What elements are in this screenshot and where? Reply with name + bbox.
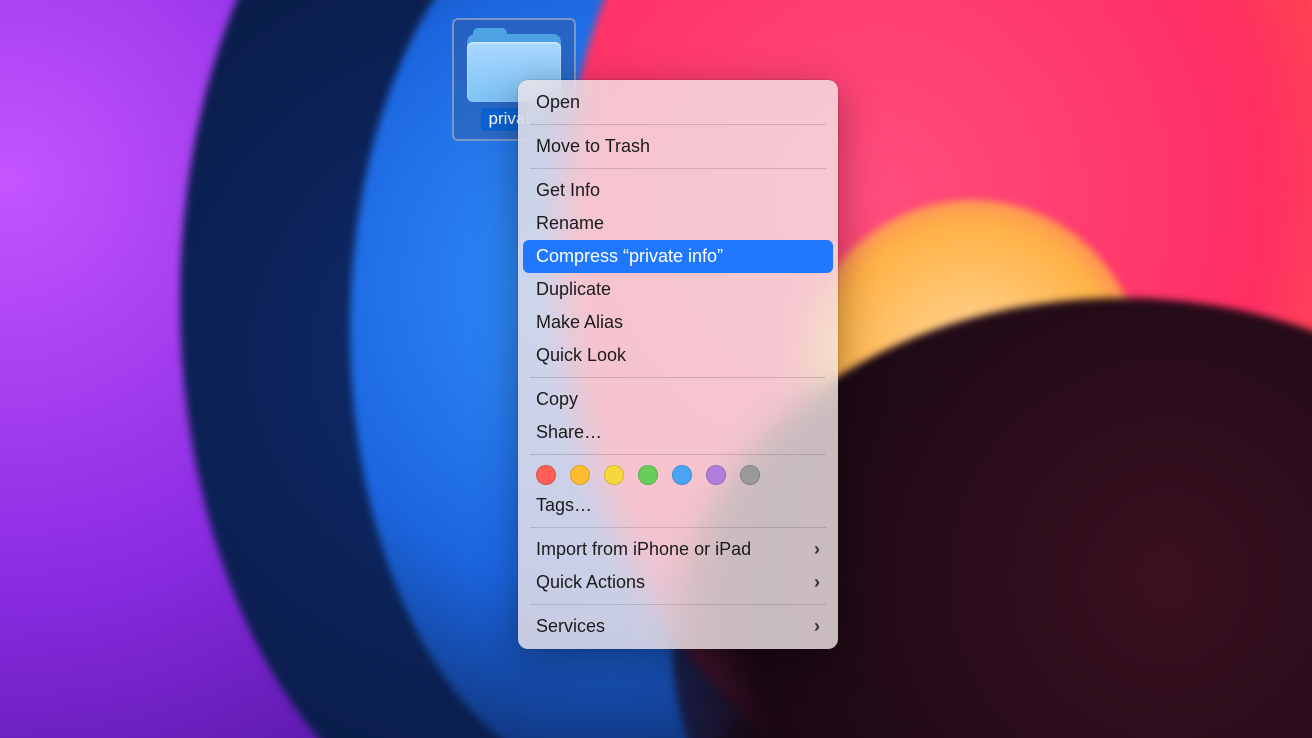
menu-item-rename[interactable]: Rename (518, 207, 838, 240)
desktop[interactable]: private Open Move to Trash Get Info Rena… (0, 0, 1312, 738)
menu-item-copy[interactable]: Copy (518, 383, 838, 416)
menu-item-label: Duplicate (536, 279, 611, 300)
tag-color-blue[interactable] (672, 465, 692, 485)
menu-item-compress[interactable]: Compress “private info” (523, 240, 833, 273)
tag-color-purple[interactable] (706, 465, 726, 485)
context-menu: Open Move to Trash Get Info Rename Compr… (518, 80, 838, 649)
menu-item-label: Copy (536, 389, 578, 410)
menu-item-label: Make Alias (536, 312, 623, 333)
menu-item-quick-actions[interactable]: Quick Actions › (518, 566, 838, 599)
menu-separator (530, 604, 826, 605)
menu-item-tags[interactable]: Tags… (518, 489, 838, 522)
menu-item-import-from-iphone[interactable]: Import from iPhone or iPad › (518, 533, 838, 566)
menu-item-services[interactable]: Services › (518, 610, 838, 643)
menu-item-move-to-trash[interactable]: Move to Trash (518, 130, 838, 163)
menu-item-label: Rename (536, 213, 604, 234)
menu-item-label: Quick Look (536, 345, 626, 366)
menu-item-label: Tags… (536, 495, 592, 516)
tag-color-red[interactable] (536, 465, 556, 485)
menu-item-duplicate[interactable]: Duplicate (518, 273, 838, 306)
menu-separator (530, 377, 826, 378)
menu-item-label: Compress “private info” (536, 246, 723, 267)
menu-item-get-info[interactable]: Get Info (518, 174, 838, 207)
menu-item-share[interactable]: Share… (518, 416, 838, 449)
menu-item-label: Quick Actions (536, 572, 645, 593)
tag-color-green[interactable] (638, 465, 658, 485)
menu-separator (530, 124, 826, 125)
menu-item-label: Move to Trash (536, 136, 650, 157)
chevron-right-icon: › (814, 539, 820, 560)
menu-item-label: Get Info (536, 180, 600, 201)
menu-item-label: Open (536, 92, 580, 113)
tag-color-orange[interactable] (570, 465, 590, 485)
menu-item-quick-look[interactable]: Quick Look (518, 339, 838, 372)
menu-item-label: Share… (536, 422, 602, 443)
menu-item-open[interactable]: Open (518, 86, 838, 119)
tag-color-gray[interactable] (740, 465, 760, 485)
chevron-right-icon: › (814, 572, 820, 593)
menu-separator (530, 168, 826, 169)
tag-color-row (518, 460, 838, 489)
menu-separator (530, 454, 826, 455)
chevron-right-icon: › (814, 616, 820, 637)
menu-item-make-alias[interactable]: Make Alias (518, 306, 838, 339)
menu-separator (530, 527, 826, 528)
menu-item-label: Import from iPhone or iPad (536, 539, 751, 560)
tag-color-yellow[interactable] (604, 465, 624, 485)
menu-item-label: Services (536, 616, 605, 637)
